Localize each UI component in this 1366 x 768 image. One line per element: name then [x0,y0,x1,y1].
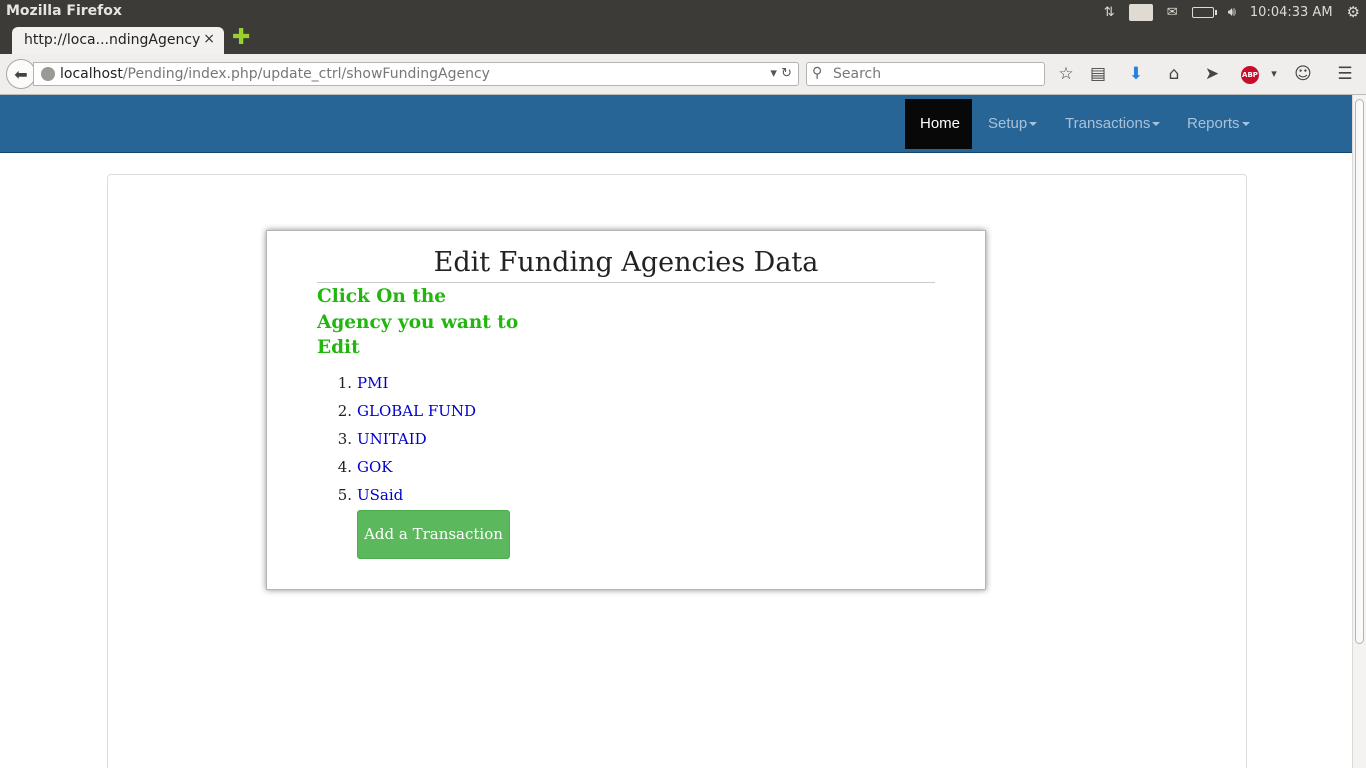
tab-close-icon[interactable]: × [203,31,215,47]
vertical-scrollbar[interactable] [1352,95,1366,768]
nav-setup-dropdown[interactable]: Setup [973,99,1052,149]
tab-title: http://loca...ndingAgency [24,32,201,48]
nav-reports-label: Reports [1187,115,1240,132]
settings-gear-icon[interactable]: ⚙ [1347,3,1360,21]
battery-icon[interactable] [1191,6,1217,18]
nav-transactions-label: Transactions [1065,115,1151,132]
agency-link-gok[interactable]: GOK [357,458,393,476]
volume-icon[interactable]: 🔊︎ [1228,5,1236,20]
browser-navigation-bar: ⬅ localhost/Pending/index.php/update_ctr… [0,54,1366,95]
back-arrow-icon[interactable]: ⬅ [6,59,36,89]
caret-down-icon [1152,122,1161,127]
os-app-title: Mozilla Firefox [6,3,122,19]
agency-list: 1. PMI 2. GLOBAL FUND 3. UNITAID 4. GOK 5. US… [317,371,476,511]
url-path: /Pending/index.php/update_ctrl/showFundi… [122,66,490,82]
url-host: localhost [60,66,123,82]
caret-down-icon [1241,122,1250,127]
site-identity-globe-icon[interactable] [41,67,55,81]
adblock-dropdown-icon[interactable]: ▾ [1263,64,1285,86]
hamburger-menu-icon[interactable]: ☰ [1334,64,1356,86]
new-tab-plus-icon[interactable]: ✚ [232,27,254,49]
list-number: 2. [337,402,352,420]
edit-agencies-card: Edit Funding Agencies Data Click On the … [266,230,986,590]
list-number: 1. [337,374,352,392]
agency-link-unitaid[interactable]: UNITAID [357,430,427,448]
list-item: 3. UNITAID [317,427,476,455]
bookmark-star-icon[interactable]: ☆ [1055,64,1077,86]
clock[interactable]: 10:04:33 AM [1250,5,1333,20]
list-number: 3. [337,430,352,448]
reload-icon[interactable]: ↻ [781,66,792,81]
nav-setup-label: Setup [988,115,1028,132]
browser-tab-strip: http://loca...ndingAgency × [0,24,1366,55]
send-paper-plane-icon[interactable]: ➤ [1201,64,1223,86]
list-item: 5. USaid [317,483,476,511]
os-top-panel: Mozilla Firefox ⇅ En ✉ 🔊︎ 10:04:33 AM ⚙ [0,0,1366,24]
home-icon[interactable]: ⌂ [1163,64,1185,86]
nav-reports-dropdown[interactable]: Reports [1172,99,1265,149]
adblock-plus-icon[interactable]: ABP [1241,66,1259,84]
search-input[interactable] [831,65,1036,83]
search-magnifier-icon: ⚲ [812,65,823,81]
nav-transactions-dropdown[interactable]: Transactions [1050,99,1175,149]
list-number: 5. [337,486,352,504]
list-item: 1. PMI [317,371,476,399]
instruction-text: Click On the Agency you want to Edit [317,286,519,358]
caret-down-icon [1029,122,1038,127]
browser-tab-active[interactable]: http://loca...ndingAgency × [12,27,224,55]
search-bar[interactable]: ⚲ [806,62,1045,86]
page-title: Edit Funding Agencies Data [317,247,935,283]
downloads-arrow-icon[interactable]: ⬇ [1125,64,1147,86]
url-bar[interactable]: localhost/Pending/index.php/update_ctrl/… [33,62,799,86]
list-item: 2. GLOBAL FUND [317,399,476,427]
agency-link-pmi[interactable]: PMI [357,374,388,392]
chat-bubble-icon[interactable]: ☺ [1292,64,1314,86]
url-text: localhost/Pending/index.php/update_ctrl/… [60,66,490,82]
nav-home[interactable]: Home [905,99,972,149]
keyboard-language-indicator[interactable]: En [1128,3,1153,21]
add-transaction-button[interactable]: Add a Transaction [357,510,510,559]
agency-link-usaid[interactable]: USaid [357,486,403,504]
system-tray: ⇅ En ✉ 🔊︎ 10:04:33 AM ⚙ [1104,0,1366,24]
page-viewport: Home Setup Transactions Reports Edit Fun… [0,95,1352,768]
url-history-dropdown-icon[interactable]: ▾ [770,66,777,81]
url-controls: ▾ ↻ [770,66,792,81]
agency-link-global-fund[interactable]: GLOBAL FUND [357,402,476,420]
list-item: 4. GOK [317,455,476,483]
site-navbar: Home Setup Transactions Reports [0,95,1352,153]
list-number: 4. [337,458,352,476]
reading-list-icon[interactable]: ▤ [1087,64,1109,86]
scrollbar-thumb[interactable] [1355,99,1364,644]
mail-icon[interactable]: ✉ [1167,5,1178,20]
network-icon[interactable]: ⇅ [1104,5,1115,20]
